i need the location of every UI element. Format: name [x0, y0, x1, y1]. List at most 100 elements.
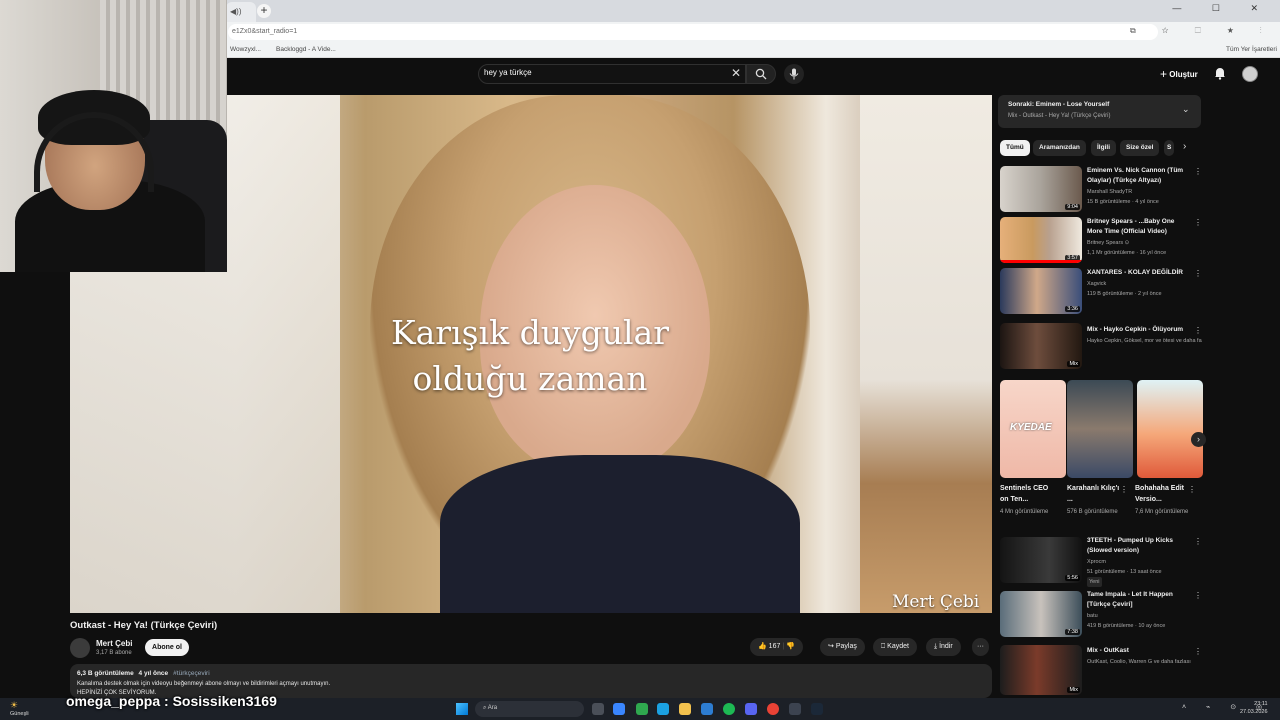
taskbar-search[interactable]: ⌕ Ara — [475, 701, 584, 717]
video-bg-room — [860, 95, 992, 613]
weather-widget[interactable]: ☀ Güneşli — [10, 700, 29, 717]
thumbs-down-icon[interactable]: 👎 — [786, 643, 795, 650]
rec-channel[interactable]: Xprocm — [1087, 557, 1202, 567]
spotify-icon[interactable] — [723, 703, 735, 715]
short-title[interactable]: Bohahaha Edit Versio... — [1135, 483, 1193, 505]
short-thumbnail[interactable] — [1067, 380, 1133, 478]
more-vert-icon[interactable]: ⋮ — [1120, 485, 1128, 494]
weather-icon: ☀ — [10, 700, 19, 710]
chip-from-search[interactable]: Aramanızdan — [1033, 140, 1086, 156]
share-button[interactable]: ↪ Paylaş — [820, 638, 865, 656]
more-vert-icon[interactable]: ⋮ — [1194, 591, 1202, 600]
caption-line-2: olduğu zaman — [412, 359, 648, 398]
bookmark-1[interactable]: Wowzyxl... — [230, 46, 261, 53]
edge-icon[interactable] — [657, 703, 669, 715]
notifications-bell-icon[interactable] — [1213, 66, 1227, 80]
voice-search-button[interactable] — [784, 64, 804, 84]
store-icon[interactable] — [701, 703, 713, 715]
download-icon: ⤓ — [934, 643, 938, 650]
more-vert-icon[interactable]: ⋮ — [1194, 218, 1202, 227]
system-clock[interactable]: 23:11 27.03.2026 — [1240, 700, 1268, 716]
discord-icon[interactable] — [745, 703, 757, 715]
rec-channel[interactable]: OutKast, Coolio, Warren G ve daha fazlas… — [1087, 657, 1202, 667]
rec-channel[interactable]: Britney Spears ⊙ — [1087, 238, 1202, 248]
rec-title[interactable]: Britney Spears - ...Baby One More Time (… — [1087, 217, 1190, 237]
rec-duration: 9:04 — [1065, 204, 1080, 210]
address-bar[interactable]: e1Zx0&start_radio=1 — [228, 24, 1158, 40]
bookmark-2[interactable]: Backloggd - A Vide... — [276, 46, 336, 53]
steam-icon[interactable] — [811, 703, 823, 715]
subscribe-button[interactable]: Abone ol — [145, 639, 189, 656]
rec-title[interactable]: Tame Impala - Let It Happen [Türkçe Çevi… — [1087, 590, 1190, 610]
search-icon: ⌕ — [483, 705, 487, 711]
obs-icon[interactable] — [789, 703, 801, 715]
file-explorer-icon[interactable] — [679, 703, 691, 715]
search-button[interactable] — [746, 64, 776, 84]
chip-for-you[interactable]: Size özel — [1120, 140, 1160, 156]
bookmark-icon: ⎕ — [881, 643, 886, 650]
channel-avatar[interactable] — [70, 638, 90, 658]
browser-toolbar-icons[interactable]: ⧉ ☆ ⬚ ★ ⋮ — [1130, 26, 1274, 36]
rec-thumbnail[interactable]: Mix — [1000, 323, 1082, 369]
copilot-icon[interactable] — [613, 703, 625, 715]
rec-title[interactable]: Mix - OutKast — [1087, 646, 1190, 656]
short-overlay-text: KYEDAE — [1010, 422, 1052, 433]
chrome-icon[interactable] — [767, 703, 779, 715]
search-query: hey ya türkçe — [484, 68, 532, 77]
new-tab-button[interactable]: + — [257, 4, 271, 18]
video-title: Outkast - Hey Ya! (Türkçe Çeviri) — [70, 620, 218, 631]
more-vert-icon[interactable]: ⋮ — [1194, 647, 1202, 656]
window-controls[interactable]: — ☐ ✕ — [1172, 3, 1272, 14]
hashtag[interactable]: #türkçeçeviri — [173, 670, 209, 677]
like-count: 167 — [768, 643, 781, 650]
browser-tab[interactable]: ◀)) — [226, 2, 256, 22]
rec-title[interactable]: XANTARES - KOLAY DEĞİLDİR — [1087, 268, 1190, 278]
rec-channel[interactable]: batu — [1087, 611, 1202, 621]
rec-thumbnail[interactable]: 3:57 — [1000, 217, 1082, 263]
rec-thumbnail[interactable]: 3:36 — [1000, 268, 1082, 314]
rec-duration: Mix — [1067, 687, 1080, 693]
rec-duration: 7:38 — [1065, 629, 1080, 635]
clear-search-icon[interactable]: ✕ — [731, 66, 741, 80]
create-button[interactable]: + Oluştur — [1160, 67, 1198, 81]
channel-name[interactable]: Mert Çebi — [96, 639, 132, 648]
rec-thumbnail[interactable]: 7:38 — [1000, 591, 1082, 637]
download-button[interactable]: ⤓ İndir — [926, 638, 961, 656]
more-actions-button[interactable]: ··· — [972, 638, 989, 656]
windows-start-icon[interactable] — [456, 703, 468, 715]
short-title[interactable]: Sentinels CEO on Ten... — [1000, 483, 1058, 505]
more-vert-icon[interactable]: ⋮ — [1194, 537, 1202, 546]
rec-thumbnail[interactable]: 9:04 — [1000, 166, 1082, 212]
rec-title[interactable]: Eminem Vs. Nick Cannon (Tüm Olaylar) (Tü… — [1087, 166, 1190, 186]
chip-more[interactable]: S — [1164, 140, 1174, 156]
chip-related[interactable]: İlgili — [1091, 140, 1116, 156]
rec-channel[interactable]: Marshall ShadyTR — [1087, 187, 1202, 197]
rec-title[interactable]: Mix - Hayko Cepkin - Ölüyorum — [1087, 325, 1190, 335]
rec-channel[interactable]: Xagvick — [1087, 279, 1202, 289]
chevron-right-icon[interactable]: › — [1183, 141, 1186, 152]
account-avatar[interactable] — [1242, 66, 1258, 82]
chevron-down-icon[interactable]: ⌄ — [1182, 104, 1190, 115]
up-next-panel[interactable] — [998, 95, 1201, 128]
rec-duration: 5:56 — [1065, 575, 1080, 581]
xbox-icon[interactable] — [636, 703, 648, 715]
more-vert-icon[interactable]: ⋮ — [1194, 167, 1202, 176]
clock-date: 27.03.2026 — [1240, 709, 1268, 715]
short-thumbnail[interactable]: KYEDAE — [1000, 380, 1066, 478]
bookmark-all[interactable]: Tüm Yer İşaretleri — [1226, 46, 1277, 53]
rec-title[interactable]: 3TEETH - Pumped Up Kicks (Slowed version… — [1087, 536, 1190, 556]
more-vert-icon[interactable]: ⋮ — [1188, 485, 1196, 494]
more-vert-icon[interactable]: ⋮ — [1194, 326, 1202, 335]
short-thumbnail[interactable] — [1137, 380, 1203, 478]
like-button[interactable]: 👍 167 | 👎 — [750, 638, 803, 656]
short-title[interactable]: Karahanlı Kılıç'ı ... — [1067, 483, 1125, 505]
task-view-icon[interactable] — [592, 703, 604, 715]
rec-thumbnail[interactable]: 5:56 — [1000, 537, 1082, 583]
more-vert-icon[interactable]: ⋮ — [1194, 269, 1202, 278]
chip-all[interactable]: Tümü — [1000, 140, 1030, 156]
rec-thumbnail[interactable]: Mix — [1000, 645, 1082, 695]
shorts-next-arrow[interactable]: › — [1191, 432, 1206, 447]
save-button[interactable]: ⎕ Kaydet — [873, 638, 917, 656]
rec-channel[interactable]: Hayko Cepkin, Göksel, mor ve ötesi ve da… — [1087, 336, 1202, 346]
clock-time: 23:11 — [1254, 701, 1268, 707]
